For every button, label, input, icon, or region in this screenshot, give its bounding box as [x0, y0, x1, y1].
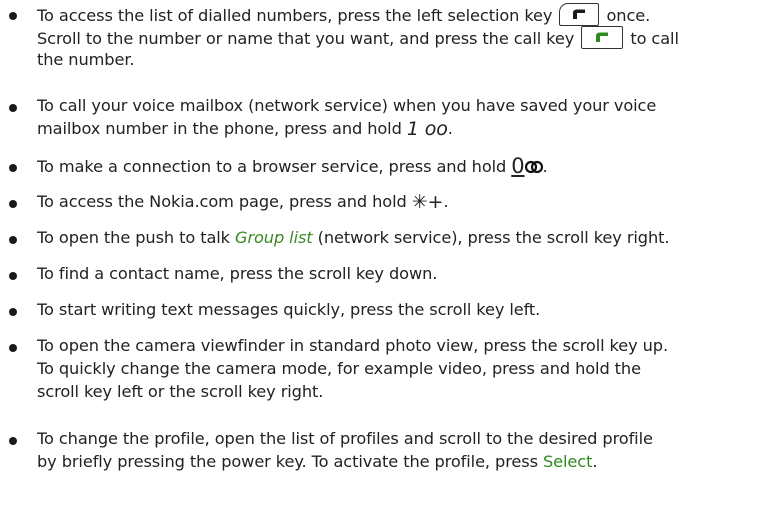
- text-line: To quickly change the camera mode, for e…: [37, 359, 641, 378]
- bullet-icon: [9, 344, 17, 352]
- text-segment: .: [542, 157, 548, 176]
- left-selection-key-icon: [559, 3, 600, 26]
- text-line: scroll key left or the scroll key right.: [37, 382, 324, 401]
- text-segment: To access the Nokia.com page, press and …: [37, 192, 407, 211]
- text-segment: Scroll to the number or name that you wa…: [37, 29, 575, 48]
- text-segment: by briefly pressing the power key. To ac…: [37, 452, 538, 471]
- key-0-icon: 0: [511, 154, 525, 178]
- text-segment: .: [447, 119, 453, 138]
- bullet-icon: [9, 272, 17, 280]
- bullet-icon: [9, 437, 17, 445]
- text-line: Scroll to the number or name that you wa…: [37, 26, 679, 50]
- instruction-page: To access the list of dialled numbers, p…: [0, 0, 762, 509]
- bullet-icon: [9, 164, 17, 172]
- text-line: To call your voice mailbox (network serv…: [37, 96, 657, 115]
- bullet-icon: [9, 104, 17, 112]
- text-line: To find a contact name, press the scroll…: [37, 264, 438, 283]
- bullet-icon: [9, 200, 17, 208]
- text-line: To open the camera viewfinder in standar…: [37, 336, 669, 355]
- text-segment: once.: [606, 6, 651, 25]
- text-segment: .: [592, 452, 598, 471]
- text-segment: To make a connection to a browser servic…: [37, 157, 507, 176]
- group-list-link[interactable]: Group list: [235, 228, 313, 247]
- text-line: To start writing text messages quickly, …: [37, 300, 541, 319]
- text-segment: mailbox number in the phone, press and h…: [37, 119, 402, 138]
- text-line: To access the list of dialled numbers, p…: [37, 3, 650, 27]
- text-segment: To open the push to talk: [37, 228, 230, 247]
- text-line: To access the Nokia.com page, press and …: [37, 191, 449, 213]
- text-line: by briefly pressing the power key. To ac…: [37, 451, 597, 473]
- browser-globe-icon: [524, 160, 543, 174]
- bullet-icon: [9, 236, 17, 244]
- select-link[interactable]: Select: [543, 452, 592, 471]
- text-segment: .: [443, 192, 449, 211]
- text-line: To open the push to talk Group list (net…: [37, 227, 670, 249]
- call-key-icon: [581, 26, 624, 49]
- bullet-icon: [9, 12, 17, 20]
- text-line: To make a connection to a browser servic…: [37, 155, 548, 178]
- text-segment: (network service), press the scroll key …: [317, 228, 670, 247]
- key-1-icon: 1 ᴏᴏ: [406, 118, 448, 140]
- text-line: the number.: [37, 50, 135, 69]
- text-line: To change the profile, open the list of …: [37, 429, 653, 448]
- bullet-icon: [9, 308, 17, 316]
- text-line: mailbox number in the phone, press and h…: [37, 118, 453, 140]
- text-segment: to call: [630, 29, 679, 48]
- text-segment: To access the list of dialled numbers, p…: [37, 6, 553, 25]
- star-plus-key-icon: ✳+: [411, 191, 444, 213]
